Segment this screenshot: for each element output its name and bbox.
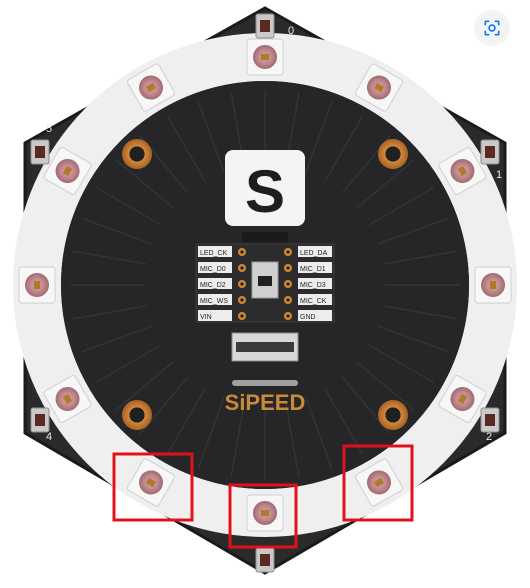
pin-label: LED_CK: [200, 250, 228, 257]
mount-hole-tr: [378, 139, 408, 169]
mount-hole-br: [378, 400, 408, 430]
pin-label: MIC_D2: [200, 282, 226, 289]
lens-button[interactable]: [474, 10, 510, 46]
mic-number-label: 1: [496, 169, 502, 181]
board-illustration: S LED_CK MIC_D0 MIC_D2 MIC_WS VIN LED_DA MIC_…: [13, 6, 517, 575]
microphone: [30, 407, 50, 433]
ws2812-led: [18, 266, 56, 304]
pin-label: MIC_CK: [300, 298, 327, 305]
mic-number-label: 2: [486, 431, 492, 443]
mic-number-label: 4: [46, 431, 52, 443]
mount-hole-tl: [122, 139, 152, 169]
mic-number-label: 0: [288, 25, 294, 37]
mic-number-label: 5: [46, 123, 52, 135]
board-photo: S LED_CK MIC_D0 MIC_D2 MIC_WS VIN LED_DA MIC_…: [0, 0, 530, 583]
ws2812-led: [246, 494, 284, 532]
pin-label: MIC_D3: [300, 282, 326, 289]
brand-text: SiPEED: [225, 390, 306, 415]
mount-hole-bl: [122, 400, 152, 430]
microphone: [255, 13, 275, 39]
pin-label: MIC_D0: [200, 266, 226, 273]
pin-label: MIC_D1: [300, 266, 326, 273]
lens-icon: [484, 20, 500, 36]
ws2812-led: [474, 266, 512, 304]
pin-label: LED_DA: [300, 250, 328, 257]
logo-letter: S: [245, 158, 285, 225]
microphone: [30, 139, 50, 165]
microphone: [480, 139, 500, 165]
pin-header: LED_CK MIC_D0 MIC_D2 MIC_WS VIN LED_DA MIC_D1…: [195, 232, 335, 323]
pin-label: VIN: [200, 314, 212, 321]
pin-label: GND: [300, 314, 316, 321]
pin-label: MIC_WS: [200, 298, 228, 305]
sipeed-logo: S: [225, 150, 305, 226]
microphone: [255, 547, 275, 573]
microphone: [480, 407, 500, 433]
ws2812-led: [246, 38, 284, 76]
